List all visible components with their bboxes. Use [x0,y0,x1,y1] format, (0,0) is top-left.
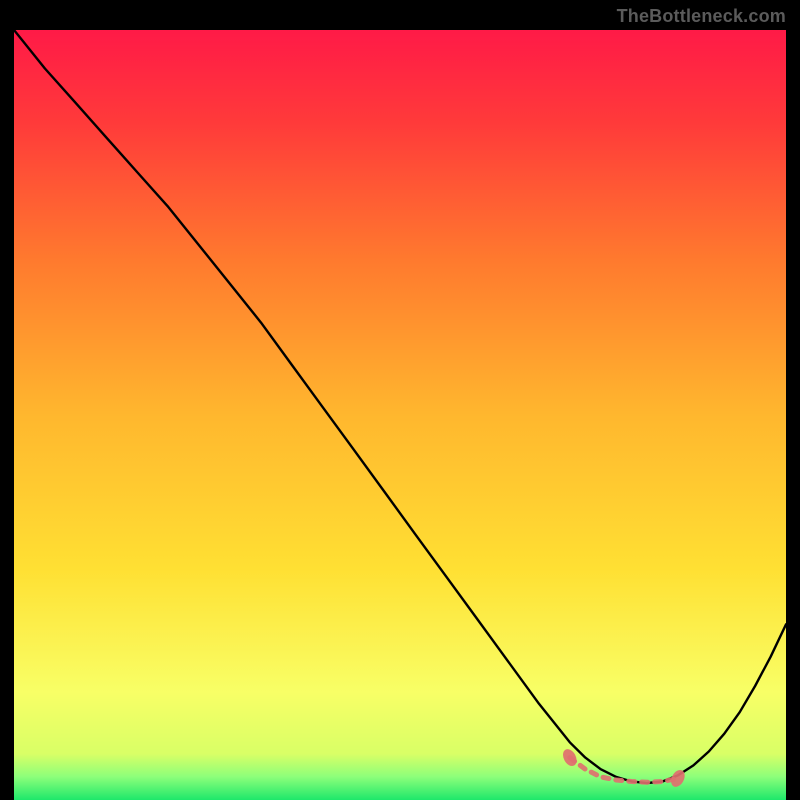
gradient-background [14,30,786,800]
attribution-text: TheBottleneck.com [617,6,786,27]
chart-frame [14,30,786,800]
chart-canvas [14,30,786,800]
